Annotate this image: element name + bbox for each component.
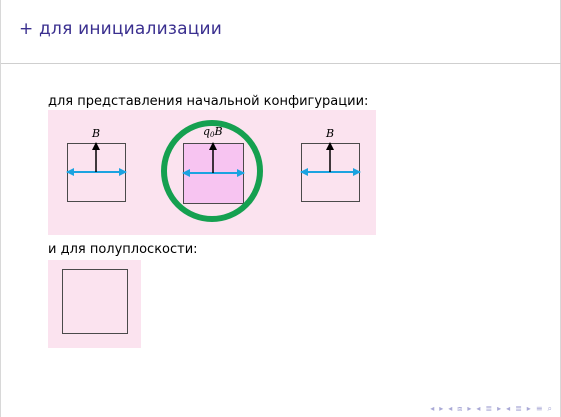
caption-initial-configuration: для представления начальной конфигурации…: [48, 94, 369, 109]
next-slide-icon[interactable]: ▸: [439, 404, 443, 414]
search-icon[interactable]: ⌕: [548, 404, 552, 414]
slide-title: + для инициализации: [19, 19, 222, 39]
prev-section-icon[interactable]: ◂: [476, 404, 480, 414]
initial-configuration-panel: B q0B B: [48, 110, 376, 235]
caption-half-plane: и для полуплоскости:: [48, 242, 198, 257]
align-icon[interactable]: ≡: [536, 404, 543, 414]
half-plane-panel: [48, 260, 141, 348]
next-frame-icon[interactable]: ▸: [467, 404, 471, 414]
frame-icon: ⧈: [457, 404, 463, 413]
half-plane-cell: [62, 269, 128, 334]
next-section-icon[interactable]: ▸: [497, 404, 501, 414]
section-icon: ≣: [485, 404, 493, 413]
cell-label-middle: q0B: [203, 125, 223, 139]
slide: + для инициализации для представления на…: [0, 0, 561, 417]
title-divider: [1, 63, 561, 64]
cell-label-right: B: [326, 127, 335, 140]
prev-slide-icon[interactable]: ◂: [430, 404, 434, 414]
subsection-icon: ≣: [515, 404, 522, 413]
next-subsection-icon[interactable]: ▸: [527, 404, 531, 414]
cell-label-left: B: [92, 127, 101, 140]
prev-frame-icon[interactable]: ◂: [448, 404, 452, 414]
beamer-navigation-bar: ◂ ▸ ◂ ⧈ ▸ ◂ ≣ ▸ ◂ ≣ ▸ ≡ ⌕: [430, 404, 552, 414]
prev-subsection-icon[interactable]: ◂: [506, 404, 510, 414]
